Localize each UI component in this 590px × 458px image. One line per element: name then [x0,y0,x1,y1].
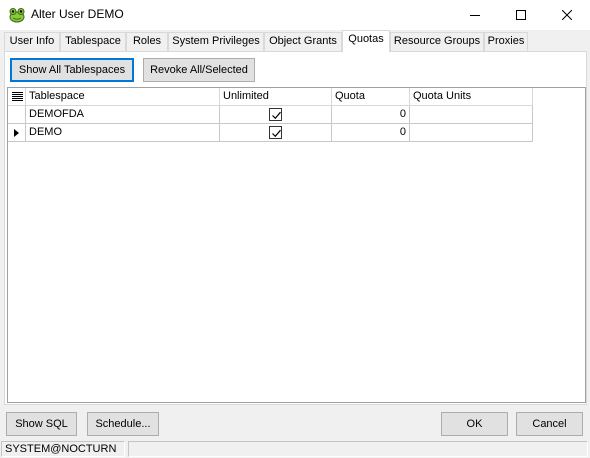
close-button[interactable] [544,0,590,30]
show-all-tablespaces-button[interactable]: Show All Tablespaces [10,58,134,82]
unlimited-cell[interactable] [220,124,332,142]
tablespace-cell[interactable]: DEMO [26,124,220,142]
table-row[interactable]: DEMO 0 [8,124,537,142]
row-pointer-icon [14,129,19,137]
tab-tablespace[interactable]: Tablespace [60,32,126,51]
close-icon [562,10,572,20]
grid-menu-icon[interactable] [8,88,26,106]
unlimited-checkbox[interactable] [269,126,282,139]
tablespace-cell[interactable]: DEMOFDA [26,106,220,124]
revoke-all-selected-button[interactable]: Revoke All/Selected [143,58,255,82]
minimize-icon [470,15,480,16]
maximize-icon [516,10,526,20]
show-sql-button[interactable]: Show SQL [6,412,77,436]
minimize-button[interactable] [452,0,498,30]
quota-cell[interactable]: 0 [332,124,410,142]
column-header-tablespace[interactable]: Tablespace [26,88,220,106]
cancel-button[interactable]: Cancel [516,412,583,436]
tab-quotas[interactable]: Quotas [342,30,390,52]
tab-system-privileges[interactable]: System Privileges [168,32,264,51]
quota-units-cell[interactable] [410,106,533,124]
quotas-grid[interactable]: Tablespace Unlimited Quota Quota Units D… [7,87,586,403]
tab-resource-groups[interactable]: Resource Groups [390,32,484,51]
checkmark-icon [272,111,281,120]
quota-units-cell[interactable] [410,124,533,142]
window-title: Alter User DEMO [31,7,124,21]
column-header-unlimited[interactable]: Unlimited [220,88,332,106]
table-row[interactable]: DEMOFDA 0 [8,106,537,124]
unlimited-checkbox[interactable] [269,108,282,121]
unlimited-cell[interactable] [220,106,332,124]
status-bar: SYSTEM@NOCTURN [0,440,590,458]
frog-app-icon [8,7,26,23]
tab-object-grants[interactable]: Object Grants [264,32,342,51]
maximize-button[interactable] [498,0,544,30]
ok-button[interactable]: OK [441,412,508,436]
tab-roles[interactable]: Roles [126,32,168,51]
quotas-panel: Show All Tablespaces Revoke All/Selected… [4,51,587,405]
row-indicator[interactable] [8,106,26,124]
grid-header: Tablespace Unlimited Quota Quota Units [8,88,537,106]
column-header-quota[interactable]: Quota [332,88,410,106]
tab-user-info[interactable]: User Info [4,32,60,51]
title-bar: Alter User DEMO [0,0,590,30]
current-row-indicator[interactable] [8,124,26,142]
schedule-button[interactable]: Schedule... [87,412,159,436]
quota-cell[interactable]: 0 [332,106,410,124]
column-header-quota-units[interactable]: Quota Units [410,88,533,106]
checkmark-icon [272,129,281,138]
connection-status: SYSTEM@NOCTURN [1,441,125,457]
tab-proxies[interactable]: Proxies [484,32,528,51]
status-message [128,441,588,457]
